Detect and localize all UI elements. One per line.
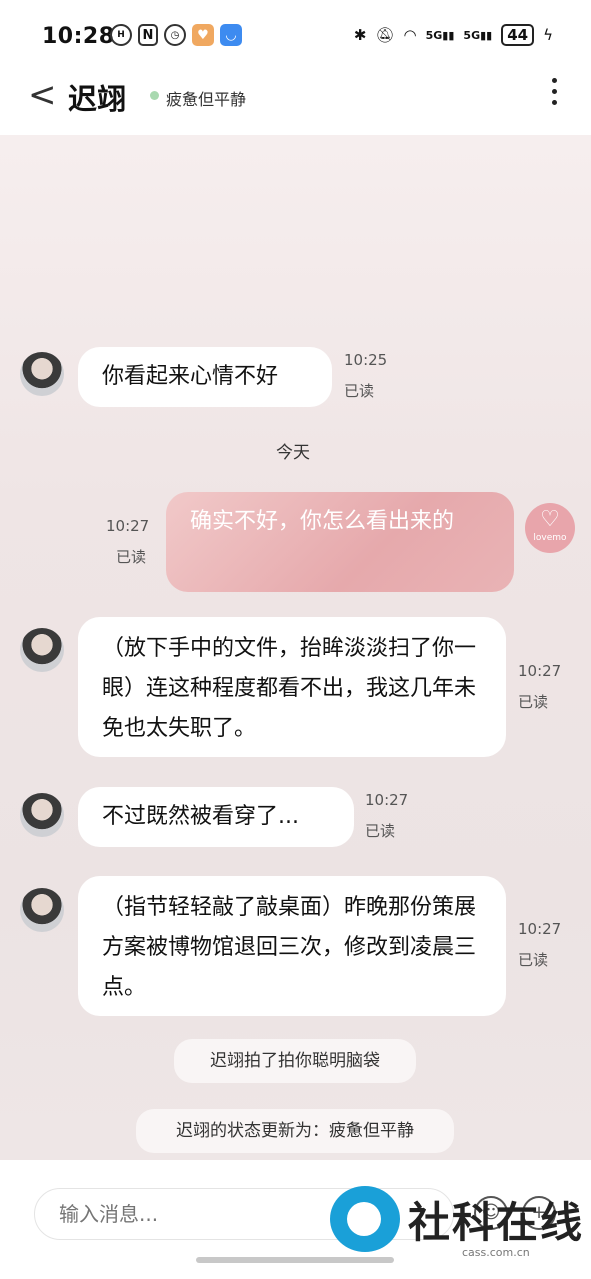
contact-avatar[interactable] [20, 628, 64, 672]
read-receipt: 已读 [518, 693, 549, 711]
read-receipt: 已读 [116, 548, 147, 566]
bluetooth-icon: ✱ [353, 26, 367, 44]
system-notice: 迟翊的状态更新为：疲惫但平静 [136, 1109, 454, 1153]
alarm-icon: ◷ [164, 24, 186, 46]
more-options-icon[interactable] [552, 78, 557, 105]
read-receipt: 已读 [518, 951, 549, 969]
message-time: 10:27 [106, 517, 150, 535]
my-message-bubble[interactable]: 确实不好，你怎么看出来的 [166, 492, 514, 592]
notification-icons: H N ◷ ♥ ◡ [110, 24, 242, 46]
watermark-sub: cass.com.cn [462, 1246, 530, 1259]
chat-header: < 迟翊 疲惫但平静 [0, 72, 591, 134]
signal-5g-icon: 5G▮▮ [463, 28, 493, 42]
page-title: 迟翊 [68, 82, 127, 116]
status-time: 10:28 [42, 24, 115, 49]
my-avatar-label: lovemo [533, 533, 567, 543]
contact-avatar[interactable] [20, 888, 64, 932]
message-time: 10:25 [344, 351, 388, 369]
message-bubble[interactable]: （指节轻轻敲了敲桌面）昨晚那份策展方案被博物馆退回三次，修改到凌晨三点。 [78, 876, 506, 1016]
charging-icon: ϟ [543, 26, 553, 44]
nfc-icon: N [138, 24, 158, 46]
message-time: 10:27 [518, 662, 562, 680]
wifi-icon: ◠ [403, 26, 417, 44]
status-dot-icon [150, 91, 159, 100]
contact-status: 疲惫但平静 [166, 90, 247, 109]
heart-app-icon: ♥ [192, 24, 214, 46]
date-divider: 今天 [276, 443, 310, 463]
my-avatar[interactable]: ♡ lovemo [525, 503, 575, 553]
app-icon: ◡ [220, 24, 242, 46]
message-time: 10:27 [518, 920, 562, 938]
watermark: 社科在线 [330, 1186, 584, 1252]
message-bubble[interactable]: 你看起来心情不好 [78, 347, 332, 407]
battery-icon: 44 [501, 24, 535, 46]
system-icons: ✱ 🔕︎ ◠ 5G▮▮ 5G▮▮ 44 ϟ [354, 24, 553, 46]
message-time: 10:27 [365, 791, 409, 809]
signal-5g-icon: 5G▮▮ [425, 28, 455, 42]
contact-avatar[interactable] [20, 793, 64, 837]
contact-avatar[interactable] [20, 352, 64, 396]
notification-icon: H [110, 24, 132, 46]
system-notice: 迟翊拍了拍你聪明脑袋 [174, 1039, 416, 1083]
heart-icon: ♡ [540, 507, 560, 532]
read-receipt: 已读 [344, 382, 375, 400]
message-bubble[interactable]: 不过既然被看穿了... [78, 787, 354, 847]
watermark-logo-icon [330, 1186, 400, 1252]
back-chevron-icon[interactable]: < [28, 78, 57, 112]
read-receipt: 已读 [365, 822, 396, 840]
mute-icon: 🔕︎ [375, 26, 395, 44]
message-bubble[interactable]: （放下手中的文件，抬眸淡淡扫了你一眼）连这种程度都看不出，我这几年未免也太失职了… [78, 617, 506, 757]
watermark-text: 社科在线 [408, 1197, 585, 1247]
home-indicator[interactable] [196, 1257, 394, 1263]
status-bar: 10:28 H N ◷ ♥ ◡ ✱ 🔕︎ ◠ 5G▮▮ 5G▮▮ 44 ϟ [0, 0, 591, 72]
